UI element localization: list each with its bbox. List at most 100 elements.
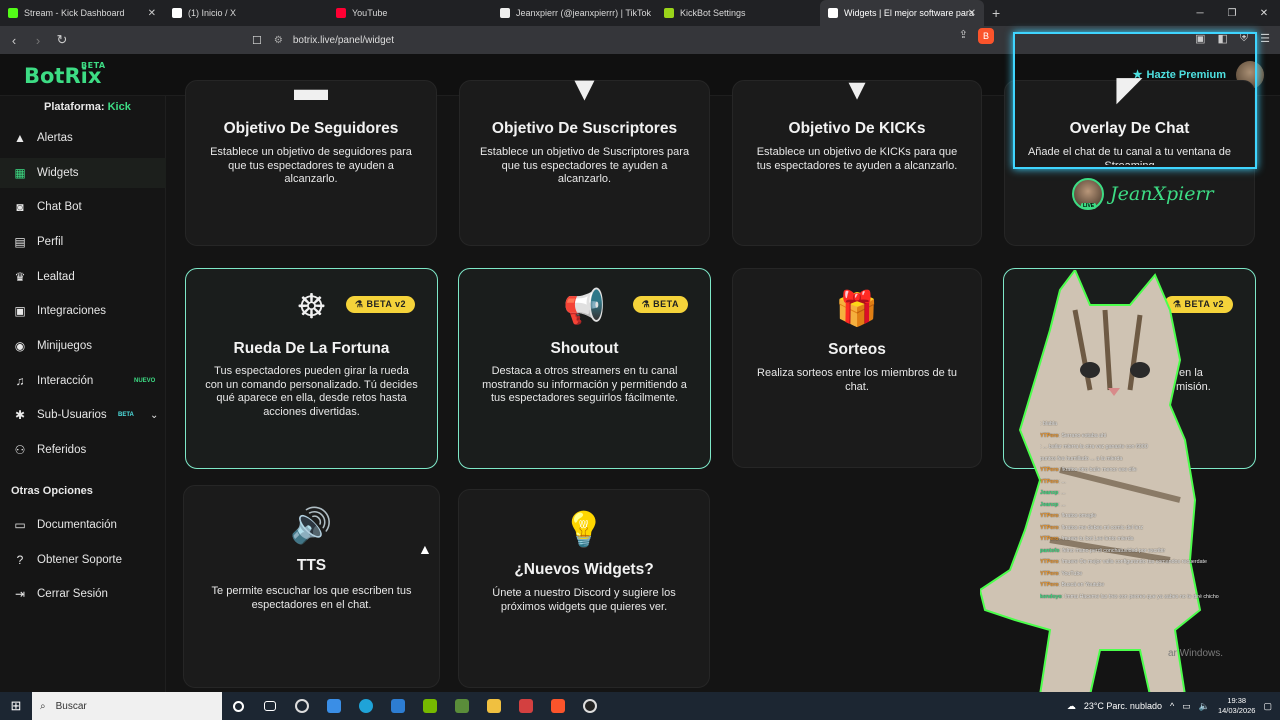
close-icon[interactable]: ✕ (148, 8, 156, 19)
sidebar-item-soporte[interactable]: ? Obtener Soporte (0, 545, 166, 575)
chat-text: : ... bailar mierra la otra vez ganaste … (1040, 444, 1148, 450)
webcam-frame (1013, 32, 1257, 169)
minimize-icon[interactable]: ─ (1184, 8, 1216, 19)
brave-shields-icon[interactable]: B (978, 28, 994, 44)
url-bar[interactable]: ☐ ⚙ botrix.live/panel/widget (252, 29, 1000, 51)
card-description: Realiza sorteos entre los miembros de tu… (757, 367, 957, 393)
minecraft-icon[interactable] (446, 692, 478, 720)
new-tab-button[interactable]: + (984, 5, 1008, 21)
windows-start-icon[interactable]: ⊞ (0, 698, 32, 714)
widget-card-giveaways[interactable]: 🎁 Sorteos Realiza sorteos entre los miem… (732, 268, 982, 468)
tab-label: (1) Inicio / X (188, 8, 237, 18)
tab-label: YouTube (352, 8, 388, 18)
chat-message: kendoyo: Imma Haceme las tres son peores… (1040, 592, 1278, 604)
widget-card-followers-goal[interactable]: ▬ Objetivo De Seguidores Establece un ob… (185, 71, 437, 246)
widget-card-subscribers-goal[interactable]: ▼ Objetivo De Suscriptores Establece un … (459, 71, 710, 246)
sidebar-item-cerrar-sesion[interactable]: ⇥ Cerrar Sesión (0, 579, 166, 609)
app-icon[interactable] (510, 692, 542, 720)
other-options-heading: Otras Opciones (11, 485, 93, 497)
card-description: Te permite escuchar los que escriben tus… (211, 585, 412, 611)
tab-tiktok[interactable]: Jeanxpierr (@jeanxpierrr) | TikTok (492, 0, 656, 26)
tab-kickbot[interactable]: KickBot Settings (656, 0, 820, 26)
speaker-icon: 🔊 (290, 507, 333, 545)
store-icon[interactable] (318, 692, 350, 720)
forward-icon[interactable]: › (28, 33, 48, 48)
chat-user: YTPero (1040, 536, 1059, 542)
edge-icon[interactable] (350, 692, 382, 720)
widget-card-new-widgets[interactable]: 💡 ¿Nuevos Widgets? Únete a nuestro Disco… (458, 489, 710, 688)
clock[interactable]: 19:38 14/03/2026 (1218, 696, 1256, 716)
tab-youtube[interactable]: YouTube (328, 0, 492, 26)
site-info-icon[interactable]: ⚙ (274, 35, 283, 46)
beta-badge: ⚗ BETA v2 (345, 296, 415, 313)
youtube-icon (336, 8, 346, 18)
tab-kick-dashboard[interactable]: Stream - Kick Dashboard ✕ (0, 0, 164, 26)
sidebar-item-alertas[interactable]: ▲ Alertas (0, 123, 166, 153)
sidebar-item-lealtad[interactable]: ♛ Lealtad (0, 262, 166, 292)
chat-user: YTPero (1040, 478, 1059, 485)
nvidia-icon[interactable] (414, 692, 446, 720)
users-icon: ✱ (14, 408, 26, 422)
sidebar-item-documentacion[interactable]: ▭ Documentación (0, 510, 166, 540)
widget-card-wheel-of-fortune[interactable]: ☸ ⚗ BETA v2 Rueda De La Fortuna Tus espe… (185, 268, 438, 469)
sidebar-item-referidos[interactable]: ⚇ Referidos (0, 435, 166, 465)
card-title: TTS (296, 557, 327, 574)
weather-text[interactable]: 23°C Parc. nublado (1084, 701, 1162, 711)
taskbar-search-input[interactable]: ⌕ Buscar (32, 692, 222, 720)
bookmark-icon[interactable]: ☐ (252, 34, 262, 47)
reload-icon[interactable]: ↻ (52, 32, 72, 48)
window-controls: ─ ❐ ✕ (1184, 0, 1280, 26)
chat-message: YTPero: Buscá en Youtube (1040, 580, 1278, 592)
sidebar-item-interaccion[interactable]: ♫ Interacción NUEVO (0, 366, 166, 396)
tab-label: Stream - Kick Dashboard (24, 8, 125, 18)
warning-icon: ▲ (14, 131, 26, 145)
folder-icon[interactable] (478, 692, 510, 720)
sidebar-item-label: Minijuegos (37, 340, 92, 352)
volume-icon[interactable]: 🔈 (1199, 701, 1210, 712)
notifications-icon[interactable]: ▢ (1263, 701, 1272, 712)
sidebar-item-chat-bot[interactable]: ◙ Chat Bot (0, 192, 166, 222)
mail-icon[interactable] (382, 692, 414, 720)
brave-icon[interactable] (542, 692, 574, 720)
chat-user: YTPero (1040, 570, 1059, 577)
maximize-icon[interactable]: ❐ (1216, 8, 1248, 19)
chat-text: : !kratos omegle (1058, 513, 1097, 519)
new-badge: NUEVO (134, 378, 156, 384)
sidebar-item-label: Alertas (37, 132, 73, 144)
mouse-cursor: ▲ (418, 541, 432, 557)
share-icon[interactable]: ⇪ (959, 28, 968, 41)
card-description: Establece un objetivo de KICKs para que … (756, 146, 958, 172)
music-icon: ♫ (15, 374, 25, 388)
close-icon[interactable]: ✕ (968, 8, 976, 19)
sidebar-item-sub-usuarios[interactable]: ✱ Sub-Usuarios BETA ⌄ (0, 400, 166, 430)
chevron-up-icon[interactable]: ^ (1170, 701, 1174, 711)
widget-card-tts[interactable]: 🔊 TTS Te permite escuchar los que escrib… (183, 485, 440, 688)
close-window-icon[interactable]: ✕ (1248, 8, 1280, 19)
network-icon[interactable]: ▭ (1182, 701, 1191, 712)
widget-card-shoutout[interactable]: 📢 ⚗ BETA Shoutout Destaca a otros stream… (458, 268, 711, 469)
menu-icon[interactable]: ☰ (1260, 32, 1270, 45)
obs-icon[interactable] (574, 692, 606, 720)
sidebar-item-integraciones[interactable]: ▣ Integraciones (0, 296, 166, 326)
botrix-logo[interactable]: BotRix BETA (24, 61, 105, 88)
url-text: botrix.live/panel/widget (292, 34, 395, 46)
sidebar-item-widgets[interactable]: ▦ Widgets (0, 158, 166, 188)
integrations-icon: ▣ (14, 304, 26, 318)
speedometer-icon[interactable] (286, 692, 318, 720)
chat-user: YTPero (1040, 432, 1059, 439)
widget-card-kicks-goal[interactable]: ▾ Objetivo De KICKs Establece un objetiv… (732, 71, 982, 246)
platform-indicator: Plataforma: Kick (44, 101, 131, 113)
live-badge: LIVE (1081, 203, 1097, 209)
sidebar-item-minijuegos[interactable]: ◉ Minijuegos (0, 331, 166, 361)
back-icon[interactable]: ‹ (4, 33, 24, 48)
chat-text: : Imma Haceme las tres son peores que ya… (1061, 593, 1219, 600)
cortana-icon[interactable] (222, 692, 254, 720)
chat-message: YTPero: !muere tu bot Lee lento mierda (1040, 534, 1278, 546)
sidebar-item-perfil[interactable]: ▤ Perfil (0, 227, 166, 257)
tab-x[interactable]: (1) Inicio / X (164, 0, 328, 26)
kickbot-icon (664, 8, 674, 18)
card-description: Únete a nuestro Discord y sugiere los pr… (492, 587, 676, 613)
chevron-down-icon[interactable]: ⌄ (150, 410, 158, 421)
task-view-icon[interactable] (254, 692, 286, 720)
tab-widgets[interactable]: Widgets | El mejor software para ✕ (820, 0, 984, 26)
